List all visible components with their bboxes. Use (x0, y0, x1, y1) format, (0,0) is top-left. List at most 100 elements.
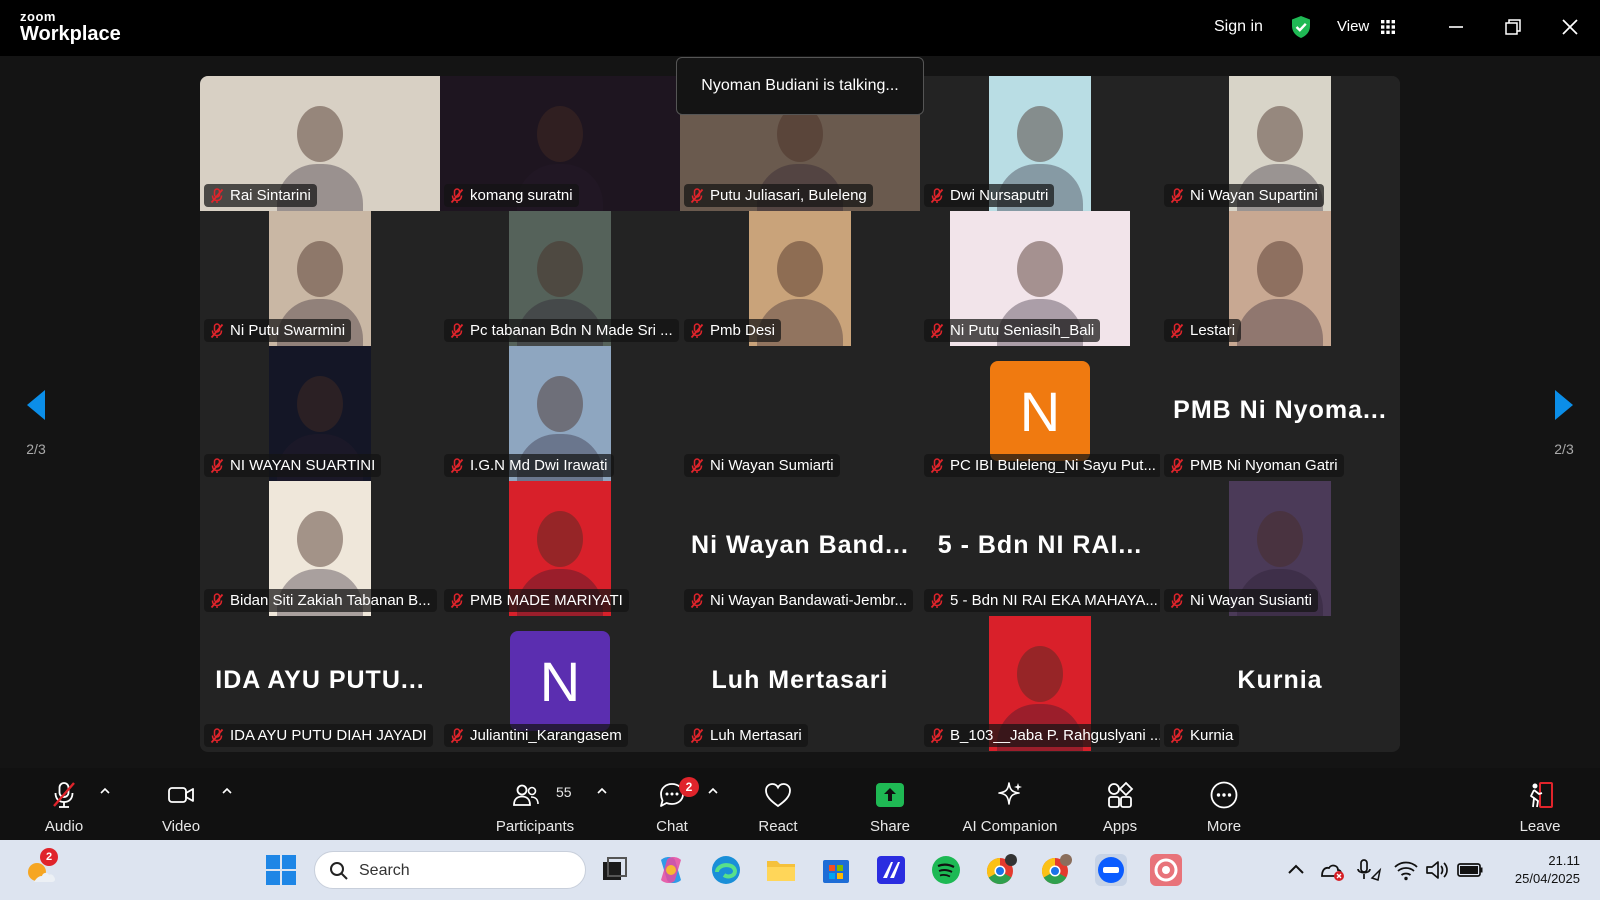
edge-browser-icon[interactable] (708, 852, 744, 888)
participant-silhouette (1257, 106, 1303, 162)
share-screen-button[interactable]: Share (840, 774, 940, 836)
chat-options-caret-icon[interactable] (707, 786, 719, 796)
ai-companion-button[interactable]: AI Companion (950, 774, 1070, 836)
chrome-profile-2-icon[interactable] (1038, 852, 1074, 888)
more-label: More (1206, 818, 1242, 835)
meeting-toolbar: Audio Video Participants 55 Chat 2 React… (0, 768, 1600, 840)
snipping-tool-icon[interactable] (1148, 852, 1184, 888)
close-window-icon[interactable] (1557, 14, 1583, 40)
participant-tile[interactable]: 5 - Bdn NI RAI... 5 - Bdn NI RAI EKA MAHA… (920, 481, 1160, 616)
more-button[interactable]: More (1174, 774, 1274, 836)
participant-tile[interactable]: Pc tabanan Bdn N Made Sri ... (440, 211, 680, 346)
participant-name-tag: Pc tabanan Bdn N Made Sri ... (444, 319, 679, 342)
participant-name-tag: 5 - Bdn NI RAI EKA MAHAYA... (924, 589, 1160, 612)
participant-name: Putu Juliasari, Buleleng (710, 187, 867, 204)
participant-tile[interactable]: Dwi Nursaputri (920, 76, 1160, 211)
participant-gallery: Rai Sintarini komang suratni Putu Juliasar… (200, 76, 1400, 752)
audio-button[interactable]: Audio (14, 774, 114, 836)
participant-tile[interactable]: Ni Wayan Susianti (1160, 481, 1400, 616)
muted-mic-icon (450, 458, 464, 474)
participants-count: 55 (556, 784, 572, 800)
grid-view-icon[interactable] (1381, 20, 1395, 34)
participant-tile[interactable]: Rai Sintarini (200, 76, 440, 211)
participant-tile[interactable]: N Juliantini_Karangasem (440, 616, 680, 751)
participants-icon (513, 784, 539, 806)
participant-name: B_103__Jaba P. Rahguslyani ... (950, 727, 1160, 744)
participant-tile[interactable]: Lestari (1160, 211, 1400, 346)
participant-name: PC IBI Buleleng_Ni Sayu Put... (950, 457, 1156, 474)
audio-options-caret-icon[interactable] (99, 786, 111, 796)
next-page-nav[interactable]: 2/3 (1534, 388, 1594, 457)
sign-in-link[interactable]: Sign in (1214, 18, 1263, 36)
minimize-window-icon[interactable] (1443, 14, 1469, 40)
task-view-icon[interactable] (597, 852, 633, 888)
zoom-app-icon[interactable] (1093, 852, 1129, 888)
view-menu-button[interactable]: View (1337, 18, 1369, 35)
participant-tile[interactable]: Ni Putu Seniasih_Bali (920, 211, 1160, 346)
talking-indicator-banner: Nyoman Budiani is talking... (676, 57, 924, 115)
chat-button[interactable]: Chat (622, 774, 722, 836)
copilot-icon[interactable] (653, 852, 689, 888)
chrome-profile-1-icon[interactable] (983, 852, 1019, 888)
weather-notification-badge: 2 (40, 848, 58, 866)
participant-tile[interactable]: Ni Wayan Sumiarti (680, 346, 920, 481)
participant-name-tag: Dwi Nursaputri (924, 184, 1055, 207)
app-launcher-icon[interactable] (873, 852, 909, 888)
participant-tile[interactable]: Ni Putu Swarmini (200, 211, 440, 346)
participant-tile[interactable]: Luh Mertasari Luh Mertasari (680, 616, 920, 751)
ai-sparkle-icon (998, 782, 1022, 805)
participant-display-name: 5 - Bdn NI RAI... (937, 531, 1143, 559)
participant-tile[interactable]: Ni Wayan Band... Ni Wayan Bandawati-Jembr… (680, 481, 920, 616)
battery-charging-icon[interactable] (1452, 852, 1488, 888)
react-button[interactable]: React (728, 774, 828, 836)
participant-name-tag: Ni Putu Seniasih_Bali (924, 319, 1101, 342)
onedrive-status-icon[interactable] (1314, 852, 1350, 888)
participant-name: NI WAYAN SUARTINI (230, 457, 376, 474)
spotify-icon[interactable] (928, 852, 964, 888)
participant-tile[interactable]: Bidan Siti Zakiah Tabanan B... (200, 481, 440, 616)
participant-tile[interactable]: IDA AYU PUTU... IDA AYU PUTU DIAH JAYADI (200, 616, 440, 751)
microphone-in-use-icon[interactable] (1350, 852, 1386, 888)
wifi-icon[interactable] (1388, 852, 1424, 888)
taskbar-search-box[interactable]: Search (314, 851, 586, 889)
participant-name-tag: Ni Wayan Susianti (1164, 589, 1318, 612)
participant-silhouette (297, 106, 343, 162)
muted-mic-icon (930, 728, 944, 744)
participant-name: Rai Sintarini (230, 187, 311, 204)
participant-avatar: N (990, 361, 1090, 461)
participant-name: Pc tabanan Bdn N Made Sri ... (470, 322, 673, 339)
video-options-caret-icon[interactable] (221, 786, 233, 796)
audio-label: Audio (44, 818, 84, 835)
participant-tile[interactable]: Kurnia Kurnia (1160, 616, 1400, 751)
participant-tile[interactable]: I.G.N Md Dwi Irawati (440, 346, 680, 481)
participant-tile[interactable]: N PC IBI Buleleng_Ni Sayu Put... (920, 346, 1160, 481)
participant-tile[interactable]: PMB Ni Nyoma... PMB Ni Nyoman Gatri (1160, 346, 1400, 481)
participant-name-tag: Juliantini_Karangasem (444, 724, 628, 747)
taskbar-clock[interactable]: 21.11 25/04/2025 (1490, 852, 1580, 888)
participants-options-caret-icon[interactable] (596, 786, 608, 796)
participant-tile[interactable]: NI WAYAN SUARTINI (200, 346, 440, 481)
video-button[interactable]: Video (131, 774, 231, 836)
volume-icon[interactable] (1420, 852, 1456, 888)
microsoft-store-icon[interactable] (818, 852, 854, 888)
page-indicator-left: 2/3 (26, 441, 46, 457)
participant-tile[interactable]: PMB MADE MARIYATI (440, 481, 680, 616)
restore-window-icon[interactable] (1500, 14, 1526, 40)
show-hidden-icons-chevron-icon[interactable] (1278, 852, 1314, 888)
participant-tile[interactable]: B_103__Jaba P. Rahguslyani ... (920, 616, 1160, 751)
previous-page-arrow-icon[interactable] (23, 388, 49, 422)
chat-unread-badge: 2 (679, 777, 699, 797)
file-explorer-icon[interactable] (763, 852, 799, 888)
participant-shoulders (1237, 299, 1323, 346)
participant-tile[interactable]: Ni Wayan Supartini (1160, 76, 1400, 211)
previous-page-nav[interactable]: 2/3 (6, 388, 66, 457)
participant-tile[interactable]: Pmb Desi (680, 211, 920, 346)
windows-start-icon[interactable] (263, 852, 299, 888)
participant-tile[interactable]: komang suratni (440, 76, 680, 211)
participant-display-name: PMB Ni Nyoma... (1173, 396, 1387, 424)
security-shield-icon[interactable] (1290, 15, 1312, 39)
participant-display-name: Ni Wayan Band... (691, 531, 909, 559)
leave-meeting-button[interactable]: Leave (1490, 774, 1590, 836)
next-page-arrow-icon[interactable] (1551, 388, 1577, 422)
apps-button[interactable]: Apps (1070, 774, 1170, 836)
